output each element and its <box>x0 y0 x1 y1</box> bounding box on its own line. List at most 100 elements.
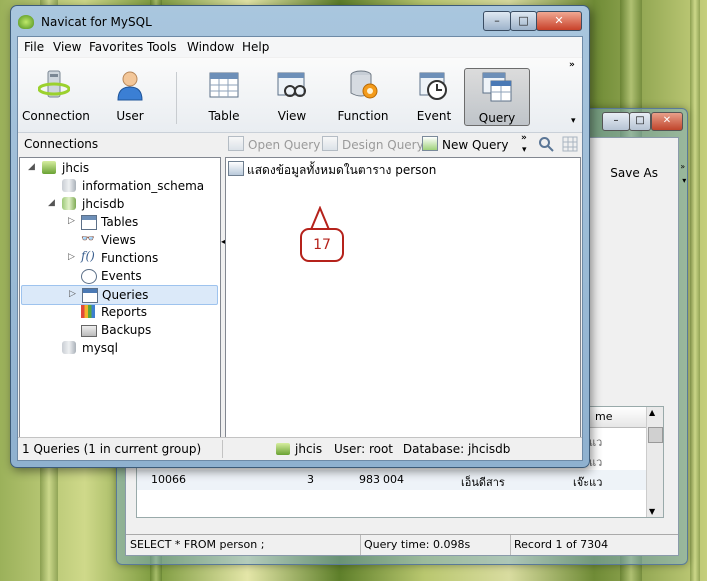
table-label: Table <box>208 109 240 123</box>
tree-item-label: Events <box>101 269 142 283</box>
chevron-down-icon[interactable]: ▾ <box>522 145 527 155</box>
save-as-label: Save As <box>610 166 658 180</box>
chevron-down-icon[interactable]: ▾ <box>571 116 576 126</box>
main-statusbar: 1 Queries (1 in current group) jhcis Use… <box>18 437 582 460</box>
event-icon <box>81 269 97 284</box>
object-list-panel: แสดงข้อมูลทั้งหมดในตาราง person 17 <box>225 157 581 446</box>
connection-tree: ◢ jhcis information_schema ◢ jhcisdb ▷ T… <box>19 157 221 446</box>
navicat-logo-icon <box>18 15 34 29</box>
view-button[interactable]: View <box>260 67 324 127</box>
query-label: Query <box>478 111 516 125</box>
grid-view-icon[interactable] <box>562 136 578 152</box>
view-label: View <box>277 109 307 123</box>
tree-item-tables[interactable]: ▷ Tables <box>20 213 220 231</box>
menu-view[interactable]: View <box>53 40 81 54</box>
object-toolbar: Open Query Design Query New Query » ▾ <box>224 133 582 155</box>
table-icon <box>81 215 97 230</box>
tree-item-views[interactable]: 👓 Views <box>20 231 220 249</box>
user-label: User <box>116 109 144 123</box>
sql-text: SELECT * FROM person ; <box>130 538 265 551</box>
menu-file[interactable]: File <box>24 40 44 54</box>
minimize-button[interactable]: – <box>483 11 511 31</box>
tree-item-label: Backups <box>101 323 152 337</box>
title-bar[interactable]: Navicat for MySQL – □ ✕ <box>11 6 589 36</box>
grid-cell[interactable]: 10066 <box>151 473 186 486</box>
grid-cell[interactable]: แว <box>589 453 602 471</box>
database-icon <box>62 179 76 192</box>
connection-button[interactable]: Connection <box>22 67 90 127</box>
grid-cell[interactable]: 3 <box>307 473 314 486</box>
status-connection-name: jhcis <box>295 442 323 456</box>
save-as-button[interactable]: Save As » ▾ <box>610 162 686 185</box>
grid-cell[interactable]: เอ็นดีสาร <box>461 473 505 491</box>
chevron-right-icon[interactable]: » <box>569 60 575 70</box>
search-icon[interactable] <box>538 136 554 152</box>
menu-tools[interactable]: Tools <box>147 40 177 54</box>
function-button[interactable]: Function <box>331 67 395 127</box>
menu-window[interactable]: Window <box>187 40 234 54</box>
query-item-label: แสดงข้อมูลทั้งหมดในตาราง person <box>247 163 437 177</box>
tree-item-information-schema[interactable]: information_schema <box>20 177 220 195</box>
tree-item-jhcisdb[interactable]: ◢ jhcisdb <box>20 195 220 213</box>
scroll-down-icon[interactable]: ▼ <box>649 507 655 516</box>
tree-item-label: jhcis <box>62 161 90 175</box>
query-button[interactable]: Query <box>464 68 530 126</box>
menu-favorites[interactable]: Favorites <box>89 40 143 54</box>
grid-cell[interactable]: 004 <box>383 473 404 486</box>
record-count: Record 1 of 7304 <box>514 538 609 551</box>
open-query-label: Open Query <box>248 138 321 152</box>
main-toolbar: Connection User Table View Function Even… <box>18 58 582 133</box>
grid-cell[interactable]: เจ๊ะแว <box>573 473 602 491</box>
bamboo-stalk <box>690 0 700 581</box>
maximize-button[interactable]: □ <box>510 11 537 31</box>
new-query-button[interactable]: New Query <box>422 136 508 152</box>
query-icon <box>82 288 98 303</box>
table-button[interactable]: Table <box>192 67 256 127</box>
column-header[interactable]: me <box>595 410 612 423</box>
grid-cell[interactable]: 983 <box>359 473 380 486</box>
menu-bar: File View Favorites Tools Window Help <box>18 37 582 57</box>
tree-item-functions[interactable]: ▷ f() Functions <box>20 249 220 267</box>
chevron-right-icon: » <box>680 162 686 171</box>
scroll-thumb[interactable] <box>648 427 663 443</box>
tree-item-label: Queries <box>102 288 149 302</box>
event-button[interactable]: Event <box>402 67 466 127</box>
tree-item-queries[interactable]: ▷ Queries <box>21 285 218 305</box>
event-icon <box>419 72 447 100</box>
connections-title: Connections <box>24 137 99 151</box>
collapsed-arrow-icon[interactable]: ▷ <box>68 216 75 226</box>
minimize-button[interactable]: – <box>602 112 630 131</box>
tree-item-label: Reports <box>101 305 148 319</box>
menu-help[interactable]: Help <box>242 40 269 54</box>
report-icon <box>81 305 95 318</box>
close-button[interactable]: ✕ <box>536 11 582 31</box>
tree-item-label: Views <box>101 233 136 247</box>
tree-item-events[interactable]: Events <box>20 267 220 285</box>
open-query-button[interactable]: Open Query <box>228 136 320 152</box>
grid-cell[interactable]: แว <box>589 433 602 451</box>
connection-icon <box>276 443 290 455</box>
tree-item-label: Tables <box>101 215 139 229</box>
function-icon <box>350 70 378 99</box>
query-list-item[interactable]: แสดงข้อมูลทั้งหมดในตาราง person <box>228 161 436 180</box>
expanded-arrow-icon[interactable]: ◢ <box>48 198 55 208</box>
connection-label: Connection <box>22 109 90 123</box>
tree-item-mysql[interactable]: mysql <box>20 339 220 357</box>
tree-item-backups[interactable]: Backups <box>20 321 220 339</box>
close-button[interactable]: ✕ <box>651 112 683 131</box>
maximize-button[interactable]: □ <box>629 112 651 131</box>
expanded-arrow-icon[interactable]: ◢ <box>28 162 35 172</box>
vertical-scrollbar[interactable]: ▲ ▼ <box>646 407 663 517</box>
collapsed-arrow-icon[interactable]: ▷ <box>68 252 75 262</box>
user-button[interactable]: User <box>98 67 162 127</box>
callout-number: 17 <box>300 228 344 262</box>
chevron-right-icon[interactable]: » <box>521 133 527 143</box>
table-row[interactable]: 10066 3 983 004 เอ็นดีสาร เจ๊ะแว <box>137 470 647 490</box>
design-query-button[interactable]: Design Query <box>322 136 424 152</box>
scroll-up-icon[interactable]: ▲ <box>649 408 655 417</box>
tree-item-reports[interactable]: Reports <box>20 303 220 321</box>
collapsed-arrow-icon[interactable]: ▷ <box>69 289 76 299</box>
tree-item-jhcis[interactable]: ◢ jhcis <box>20 159 220 177</box>
tree-item-label: information_schema <box>82 179 205 193</box>
chevron-down-icon: ▾ <box>682 176 687 185</box>
